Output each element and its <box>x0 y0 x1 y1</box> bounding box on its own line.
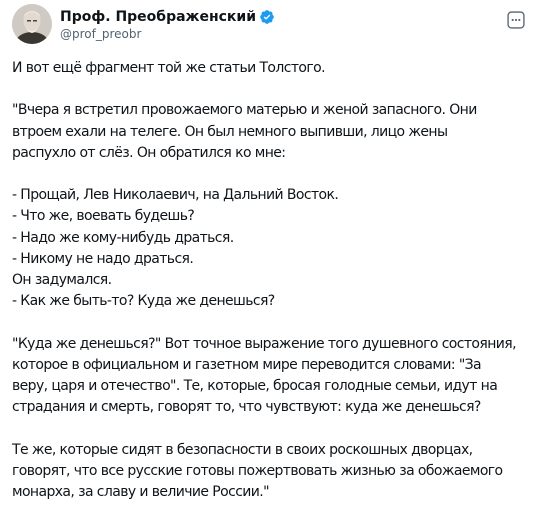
avatar[interactable] <box>12 4 52 44</box>
tweet-line: монарха, за славу и величие России." <box>12 484 270 500</box>
tweet-line: - Надо же кому-нибудь драться. <box>12 229 234 246</box>
more-icon[interactable] <box>506 10 526 30</box>
tweet-header: Проф. Преображенский @prof_preobr <box>0 0 547 48</box>
tweet-paragraph: И вот ещё фрагмент той же статьи Толстог… <box>12 58 540 79</box>
tweet-line: - Никому не надо драться. <box>12 250 194 267</box>
tweet-line: - Прощай, Лев Николаевич, на Дальний Вос… <box>12 187 339 204</box>
tweet-line: "Вчера я встретил провожаемого матерью и… <box>12 102 477 119</box>
tweet-line: - Что же, воевать будешь? <box>12 208 195 225</box>
portrait-avatar-icon <box>12 4 52 44</box>
tweet-line: веру, царя и отечество". Те, которые, бр… <box>12 378 498 394</box>
tweet-line: говорят, что все русские готовы пожертво… <box>12 462 503 479</box>
tweet-line: Те же, которые сидят в безопасности в св… <box>12 441 473 458</box>
author-name-row: Проф. Преображенский <box>60 8 275 26</box>
tweet-line: распухло от слёз. Он обратился ко мне: <box>12 144 286 161</box>
verified-badge-icon <box>260 10 274 24</box>
tweet-paragraph: "Вчера я встретил провожаемого матерью и… <box>12 100 540 164</box>
tweet-line: втроем ехали на телеге. Он был немного в… <box>12 123 448 140</box>
author-display-name[interactable]: Проф. Преображенский <box>60 8 256 26</box>
tweet-line: которое в официальном и газетном мире пе… <box>12 356 482 373</box>
tweet-paragraph: "Куда же денешься?" Вот точное выражение… <box>12 334 540 419</box>
tweet-line: страдания и смерть, говорят то, что чувс… <box>12 399 481 416</box>
tweet-line: И вот ещё фрагмент той же статьи Толстог… <box>12 60 326 76</box>
tweet-paragraph: - Прощай, Лев Николаевич, на Дальний Вос… <box>12 185 540 312</box>
tweet-paragraph: Те же, которые сидят в безопасности в св… <box>12 440 540 504</box>
tweet-line: - Как же быть-то? Куда же денешься? <box>12 293 275 310</box>
tweet-line: Он задумался. <box>12 272 112 288</box>
tweet-text: И вот ещё фрагмент той же статьи Толстог… <box>12 58 540 503</box>
author-handle[interactable]: @prof_preobr <box>60 27 141 42</box>
tweet-line: "Куда же денешься?" Вот точное выражение… <box>12 335 517 352</box>
